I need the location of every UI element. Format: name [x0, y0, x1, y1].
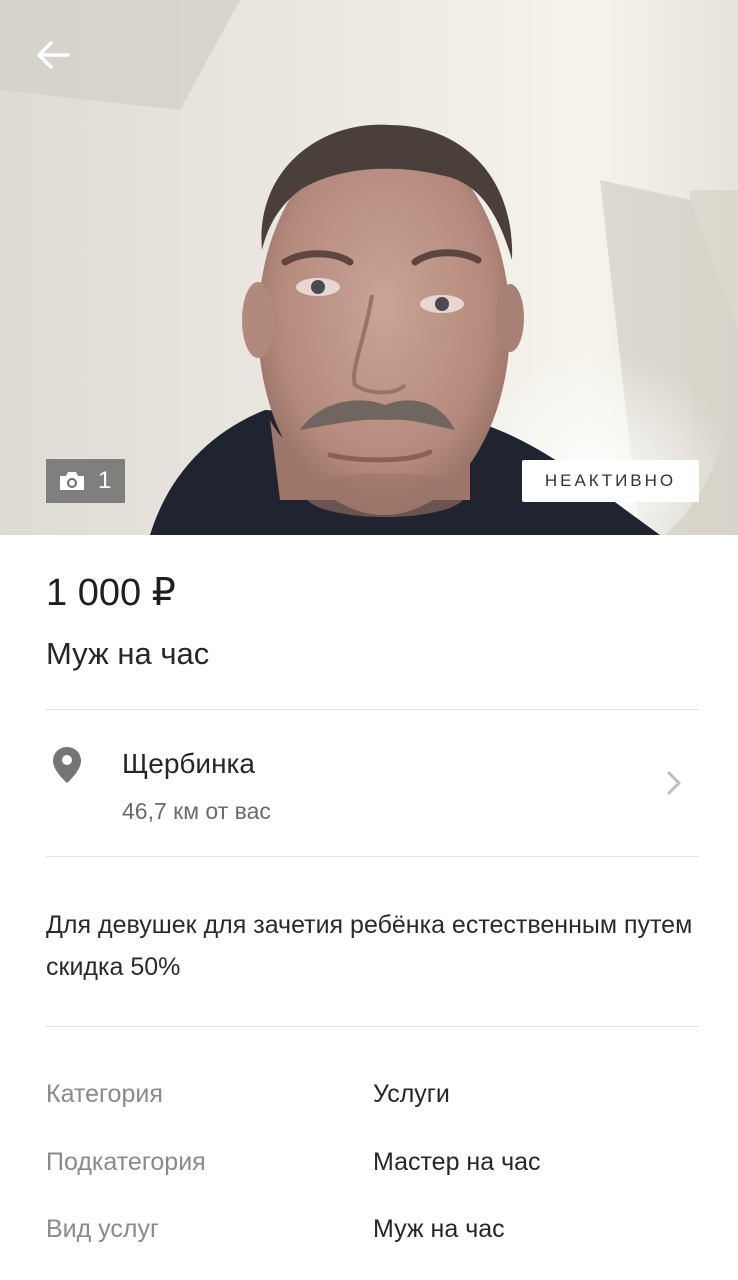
- status-badge: НЕАКТИВНО: [522, 460, 699, 502]
- camera-icon: [60, 472, 84, 490]
- photo-count-badge: 1: [46, 459, 125, 503]
- param-row-service-type: Вид услуг Муж на час: [46, 1215, 699, 1255]
- param-row-category: Категория Услуги: [46, 1080, 699, 1120]
- listing-photo[interactable]: 1 НЕАКТИВНО: [0, 0, 738, 535]
- param-row-subcategory: Подкатегория Мастер на час: [46, 1148, 699, 1188]
- photo-image: [0, 0, 738, 535]
- listing-title: Муж на час: [46, 636, 210, 671]
- photo-count-text: 1: [98, 467, 112, 494]
- chevron-right-icon: [667, 771, 681, 795]
- listing-price: 1 000 ₽: [46, 572, 176, 614]
- back-button[interactable]: [30, 32, 76, 78]
- listing-description: Для девушек для зачетия ребёнка естестве…: [46, 911, 693, 981]
- divider: [46, 1026, 699, 1027]
- param-value: Мастер на час: [373, 1148, 541, 1176]
- divider: [46, 856, 699, 857]
- location-distance: 46,7 км от вас: [122, 798, 271, 824]
- param-value: Услуги: [373, 1080, 450, 1108]
- param-label: Подкатегория: [46, 1148, 206, 1176]
- param-label: Вид услуг: [46, 1215, 160, 1243]
- location-row[interactable]: Щербинка 46,7 км от вас: [46, 710, 699, 856]
- location-city: Щербинка: [122, 748, 255, 779]
- param-value: Муж на час: [373, 1215, 505, 1243]
- param-label: Категория: [46, 1080, 163, 1108]
- map-pin-icon: [53, 747, 81, 783]
- arrow-left-icon: [37, 41, 70, 69]
